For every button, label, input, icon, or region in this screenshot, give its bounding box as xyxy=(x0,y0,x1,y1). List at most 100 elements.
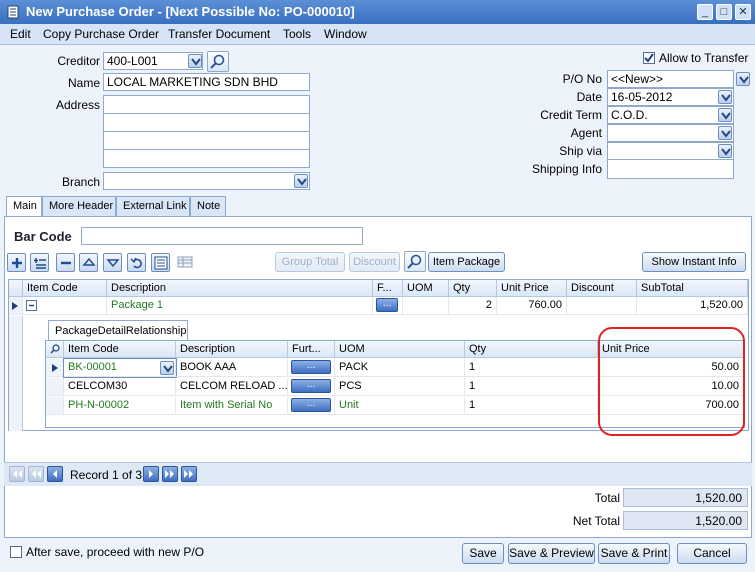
detail-column-header-description[interactable]: Description xyxy=(176,341,288,358)
move-up-button[interactable] xyxy=(79,253,98,272)
save-preview-button[interactable]: Save & Preview xyxy=(508,543,595,564)
creditor-search-button[interactable] xyxy=(207,51,229,72)
menu-transfer-document[interactable]: Transfer Document xyxy=(168,27,270,41)
column-header-further[interactable]: F... xyxy=(373,280,403,297)
nav-next-page-button[interactable] xyxy=(162,466,178,482)
column-header-subtotal[interactable]: SubTotal xyxy=(637,280,748,297)
column-header-uom[interactable]: UOM xyxy=(403,280,449,297)
detail-qty-cell[interactable]: 1 xyxy=(465,378,598,396)
description-cell[interactable]: Package 1 xyxy=(107,297,373,315)
cancel-button[interactable]: Cancel xyxy=(677,543,747,564)
detail-column-header-uom[interactable]: UOM xyxy=(335,341,465,358)
list-button[interactable] xyxy=(151,253,170,272)
branch-dropdown-button[interactable] xyxy=(294,174,308,188)
collapse-icon[interactable] xyxy=(26,300,37,311)
detail-item-code-dropdown-button[interactable] xyxy=(160,361,174,375)
column-header-discount[interactable]: Discount xyxy=(567,280,637,297)
detail-further-cell[interactable]: ... xyxy=(288,378,335,396)
detail-further-button[interactable]: ... xyxy=(291,398,331,412)
further-description-button[interactable]: ... xyxy=(376,298,398,312)
maximize-button[interactable]: □ xyxy=(716,4,732,20)
menu-copy-purchase-order[interactable]: Copy Purchase Order xyxy=(43,27,159,41)
group-total-button[interactable]: Group Total xyxy=(275,252,345,272)
creditor-dropdown-button[interactable] xyxy=(188,54,202,68)
date-dropdown-button[interactable] xyxy=(718,90,732,104)
menu-window[interactable]: Window xyxy=(324,27,367,41)
nav-next-button[interactable] xyxy=(143,466,159,482)
column-header-description[interactable]: Description xyxy=(107,280,373,297)
detail-further-button[interactable]: ... xyxy=(291,360,331,374)
address-line-2[interactable] xyxy=(103,113,310,132)
unit-price-cell[interactable]: 760.00 xyxy=(497,297,567,315)
detail-description-cell[interactable]: BOOK AAA xyxy=(176,359,288,377)
tab-main[interactable]: Main xyxy=(6,196,42,217)
column-header-qty[interactable]: Qty xyxy=(449,280,497,297)
allow-transfer-checkbox[interactable] xyxy=(643,52,655,64)
discount-cell[interactable] xyxy=(567,297,637,315)
filter-header[interactable] xyxy=(46,341,64,358)
barcode-input[interactable] xyxy=(81,227,363,245)
detail-uom-cell[interactable]: Unit xyxy=(335,397,465,415)
column-header-item-code[interactable]: Item Code xyxy=(23,280,107,297)
menu-tools[interactable]: Tools xyxy=(283,27,311,41)
nav-prev-page-button[interactable] xyxy=(28,466,44,482)
detail-description-cell[interactable]: CELCOM RELOAD ... xyxy=(176,378,288,396)
tab-note[interactable]: Note xyxy=(190,196,226,216)
nav-last-button[interactable] xyxy=(181,466,197,482)
detail-further-cell[interactable]: ... xyxy=(288,397,335,415)
detail-uom-cell[interactable]: PCS xyxy=(335,378,465,396)
show-instant-info-button[interactable]: Show Instant Info xyxy=(642,252,746,272)
insert-row-button[interactable] xyxy=(30,253,49,272)
menu-edit[interactable]: Edit xyxy=(10,27,31,41)
detail-qty-cell[interactable]: 1 xyxy=(465,397,598,415)
item-code-cell[interactable] xyxy=(23,297,107,315)
item-package-button[interactable]: Item Package xyxy=(428,252,505,272)
agent-field[interactable] xyxy=(607,124,734,142)
further-cell[interactable]: ... xyxy=(373,297,403,315)
detail-item-code-cell[interactable]: PH-N-00002 xyxy=(64,397,176,415)
detail-column-header-item-code[interactable]: Item Code xyxy=(64,341,176,358)
discount-button[interactable]: Discount xyxy=(349,252,400,272)
uom-cell[interactable] xyxy=(403,297,449,315)
minimize-button[interactable]: _ xyxy=(697,4,713,20)
move-down-button[interactable] xyxy=(103,253,122,272)
detail-further-button[interactable]: ... xyxy=(291,379,331,393)
delete-row-button[interactable] xyxy=(56,253,75,272)
detail-further-cell[interactable]: ... xyxy=(288,359,335,377)
qty-cell[interactable]: 2 xyxy=(449,297,497,315)
detail-item-code-cell[interactable]: CELCOM30 xyxy=(64,378,176,396)
date-field[interactable]: 16-05-2012 xyxy=(607,88,734,106)
address-line-1[interactable] xyxy=(103,95,310,114)
detail-column-header-further[interactable]: Furt... xyxy=(288,341,335,358)
item-search-button[interactable] xyxy=(404,251,426,272)
after-save-checkbox[interactable] xyxy=(10,546,22,558)
credit-term-dropdown-button[interactable] xyxy=(718,108,732,122)
tab-more-header[interactable]: More Header xyxy=(42,196,116,216)
po-no-field[interactable]: <<New>> xyxy=(607,70,734,88)
ship-via-field[interactable] xyxy=(607,142,734,160)
detail-column-header-qty[interactable]: Qty xyxy=(465,341,598,358)
po-no-dropdown-button[interactable] xyxy=(736,72,750,86)
agent-dropdown-button[interactable] xyxy=(718,126,732,140)
nav-first-button[interactable] xyxy=(9,466,25,482)
name-field[interactable]: LOCAL MARKETING SDN BHD xyxy=(103,73,310,91)
branch-field[interactable] xyxy=(103,172,310,190)
address-line-3[interactable] xyxy=(103,131,310,150)
add-row-button[interactable] xyxy=(7,253,26,272)
ship-via-dropdown-button[interactable] xyxy=(718,144,732,158)
detail-uom-cell[interactable]: PACK xyxy=(335,359,465,377)
shipping-info-field[interactable] xyxy=(607,159,734,179)
detail-description-cell[interactable]: Item with Serial No xyxy=(176,397,288,415)
close-button[interactable]: ✕ xyxy=(735,4,751,20)
detail-qty-cell[interactable]: 1 xyxy=(465,359,598,377)
address-line-4[interactable] xyxy=(103,149,310,168)
nav-prev-button[interactable] xyxy=(47,466,63,482)
save-button[interactable]: Save xyxy=(462,543,504,564)
tab-external-link[interactable]: External Link xyxy=(116,196,190,216)
column-header-unit-price[interactable]: Unit Price xyxy=(497,280,567,297)
save-print-button[interactable]: Save & Print xyxy=(598,543,670,564)
undo-button[interactable] xyxy=(127,253,146,272)
tab-package-detail-relationship[interactable]: PackageDetailRelationship xyxy=(48,320,188,340)
credit-term-field[interactable]: C.O.D. xyxy=(607,106,734,124)
layout-button[interactable] xyxy=(175,253,194,272)
